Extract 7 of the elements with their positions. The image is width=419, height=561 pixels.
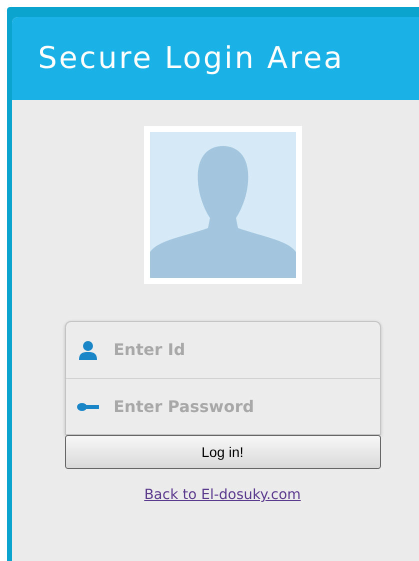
back-link[interactable]: Back to El-dosuky.com (144, 485, 301, 506)
input-field[interactable]: Enter Id (114, 338, 364, 362)
input-field[interactable]: Enter Password (114, 394, 364, 418)
header-title: Secure Login Area (38, 40, 344, 78)
login-button[interactable]: Log in! (64, 435, 380, 469)
user-icon (78, 340, 98, 360)
key-icon (76, 402, 98, 412)
